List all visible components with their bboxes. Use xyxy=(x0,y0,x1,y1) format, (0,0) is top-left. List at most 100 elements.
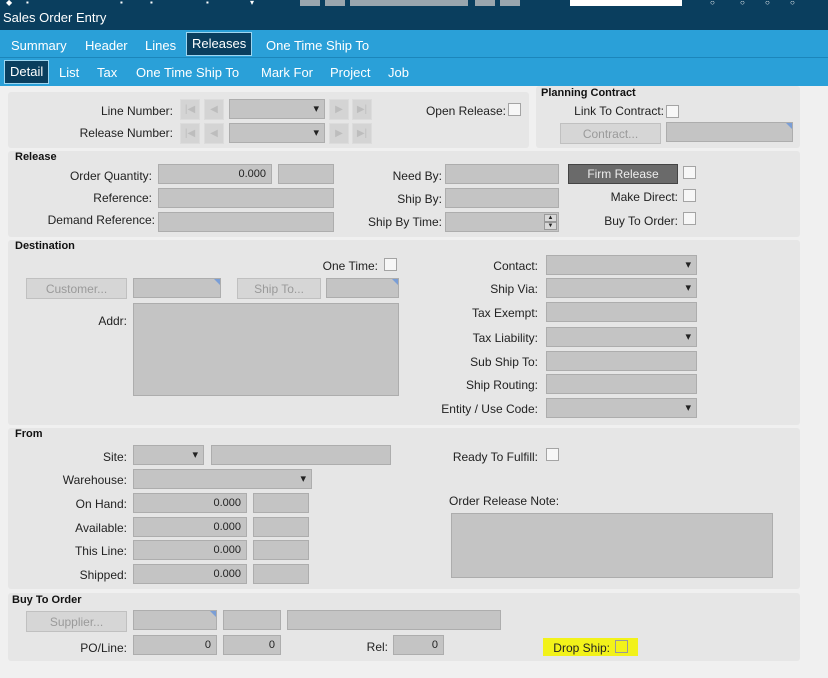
ready-to-fulfill-checkbox[interactable] xyxy=(546,448,559,461)
toolbar-icon[interactable]: ▪ xyxy=(150,0,153,7)
available-uom-field xyxy=(253,517,309,537)
line-number-label: Line Number: xyxy=(100,104,173,118)
tax-exempt-field[interactable] xyxy=(546,302,697,322)
order-release-note-field[interactable] xyxy=(451,513,773,578)
warehouse-select[interactable] xyxy=(133,469,312,489)
buy-to-order-checkbox[interactable] xyxy=(683,212,696,225)
tax-liability-label: Tax Liability: xyxy=(472,331,538,345)
toolbar-search[interactable] xyxy=(570,0,682,6)
ship-routing-field[interactable] xyxy=(546,374,697,394)
link-to-contract-checkbox[interactable] xyxy=(666,105,679,118)
ship-to-button[interactable]: Ship To... xyxy=(237,278,321,299)
toolbar-icon[interactable]: ○ xyxy=(710,0,715,7)
release-prev-button[interactable]: ◀ xyxy=(204,123,224,144)
po-line-field[interactable]: 0 xyxy=(223,635,281,655)
release-next-button[interactable]: ▶ xyxy=(329,123,349,144)
toolbar-icon[interactable]: ○ xyxy=(740,0,745,7)
tab-summary[interactable]: Summary xyxy=(11,37,67,55)
spin-down-icon[interactable]: ▼ xyxy=(544,222,557,230)
ready-to-fulfill-label: Ready To Fulfill: xyxy=(452,450,538,464)
rel-label: Rel: xyxy=(366,640,388,654)
tab-project[interactable]: Project xyxy=(330,64,370,82)
ship-to-field[interactable] xyxy=(326,278,399,298)
open-release-checkbox[interactable] xyxy=(508,103,521,116)
tab-one-time-ship-to-sub[interactable]: One Time Ship To xyxy=(136,64,239,82)
this-line-field: 0.000 xyxy=(133,540,247,560)
toolbar-strip: ◆ ▪ ▪ ▪ ▪ ▾ ○ ○ ○ ○ xyxy=(0,0,828,8)
toolbar-icon[interactable]: ▪ xyxy=(206,0,209,7)
on-hand-field: 0.000 xyxy=(133,493,247,513)
line-next-button[interactable]: ▶ xyxy=(329,99,349,120)
contract-button[interactable]: Contract... xyxy=(560,123,661,144)
toolbar-record-field[interactable] xyxy=(350,0,468,6)
addr-label: Addr: xyxy=(98,314,127,328)
line-first-button[interactable]: |◀ xyxy=(180,99,200,120)
supplier-name-field[interactable] xyxy=(287,610,501,630)
entity-use-code-select[interactable] xyxy=(546,398,697,418)
tab-one-time-ship-to[interactable]: One Time Ship To xyxy=(266,37,369,55)
toolbar-icon[interactable]: ◆ xyxy=(6,0,12,7)
supplier-field[interactable] xyxy=(133,610,217,630)
address-field[interactable] xyxy=(133,303,399,396)
toolbar-icon[interactable]: ○ xyxy=(790,0,795,7)
site-label: Site: xyxy=(102,450,127,464)
reference-field[interactable] xyxy=(158,188,334,208)
po-field[interactable]: 0 xyxy=(133,635,217,655)
firm-release-checkbox[interactable] xyxy=(683,166,696,179)
entity-use-code-label: Entity / Use Code: xyxy=(441,402,538,416)
toolbar-icon[interactable]: ○ xyxy=(765,0,770,7)
tax-liability-select[interactable] xyxy=(546,327,697,347)
need-by-field[interactable] xyxy=(445,164,559,184)
tab-lines[interactable]: Lines xyxy=(145,37,176,55)
toolbar-nav-prev[interactable] xyxy=(325,0,345,6)
this-line-uom-field xyxy=(253,540,309,560)
contact-select[interactable] xyxy=(546,255,697,275)
firm-release-button[interactable]: Firm Release xyxy=(568,164,678,184)
line-last-button[interactable]: ▶| xyxy=(352,99,372,120)
order-quantity-field[interactable]: 0.000 xyxy=(158,164,272,184)
release-number-label: Release Number: xyxy=(79,126,173,140)
available-label: Available: xyxy=(75,521,127,535)
tab-tax[interactable]: Tax xyxy=(97,64,117,82)
release-number-select[interactable] xyxy=(229,123,325,143)
tab-releases[interactable]: Releases xyxy=(186,32,253,56)
tab-mark-for[interactable]: Mark For xyxy=(261,64,313,82)
destination-title: Destination xyxy=(15,240,75,252)
ship-by-field[interactable] xyxy=(445,188,559,208)
customer-button[interactable]: Customer... xyxy=(26,278,127,299)
ship-via-select[interactable] xyxy=(546,278,697,298)
spin-up-icon[interactable]: ▲ xyxy=(544,214,557,222)
release-first-button[interactable]: |◀ xyxy=(180,123,200,144)
line-prev-button[interactable]: ◀ xyxy=(204,99,224,120)
main-tab-bar: Summary Header Lines Releases One Time S… xyxy=(0,30,828,57)
one-time-checkbox[interactable] xyxy=(384,258,397,271)
toolbar-nav-first[interactable] xyxy=(300,0,320,6)
on-hand-uom-field xyxy=(253,493,309,513)
demand-reference-field[interactable] xyxy=(158,212,334,232)
order-release-note-label: Order Release Note: xyxy=(449,494,560,508)
shipped-uom-field xyxy=(253,564,309,584)
line-number-select[interactable] xyxy=(229,99,325,119)
toolbar-nav-last[interactable] xyxy=(500,0,520,6)
sub-ship-to-field[interactable] xyxy=(546,351,697,371)
release-last-button[interactable]: ▶| xyxy=(352,123,372,144)
toolbar-nav-next[interactable] xyxy=(475,0,495,6)
supplier-button[interactable]: Supplier... xyxy=(26,611,127,632)
supplier-id-field[interactable] xyxy=(223,610,281,630)
site-description-field[interactable] xyxy=(211,445,391,465)
toolbar-icon[interactable]: ▾ xyxy=(250,0,254,7)
site-select[interactable] xyxy=(133,445,204,465)
toolbar-icon[interactable]: ▪ xyxy=(26,0,29,7)
toolbar-icon[interactable]: ▪ xyxy=(120,0,123,7)
tab-detail[interactable]: Detail xyxy=(4,60,50,84)
ship-by-time-field[interactable]: ▲ ▼ xyxy=(445,212,559,232)
order-uom-field[interactable] xyxy=(278,164,334,184)
make-direct-checkbox[interactable] xyxy=(683,189,696,202)
tab-job[interactable]: Job xyxy=(388,64,409,82)
rel-field[interactable]: 0 xyxy=(393,635,444,655)
contract-field[interactable] xyxy=(666,122,793,142)
tab-header[interactable]: Header xyxy=(85,37,128,55)
customer-field[interactable] xyxy=(133,278,221,298)
drop-ship-checkbox[interactable] xyxy=(615,640,628,653)
tab-list[interactable]: List xyxy=(59,64,79,82)
